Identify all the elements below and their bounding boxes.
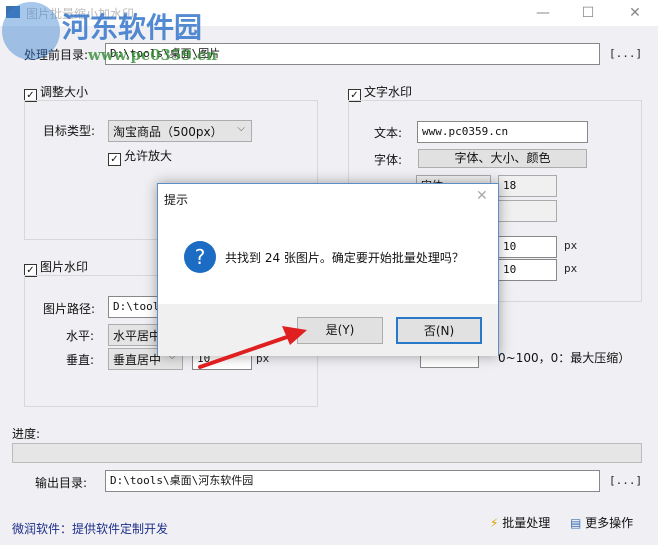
watermark-logo-icon bbox=[2, 2, 60, 60]
watermark-name: 河东软件园 bbox=[62, 11, 203, 44]
watermark-url: www.pc0359.cn bbox=[88, 46, 218, 64]
red-arrow-annotation bbox=[198, 326, 307, 369]
